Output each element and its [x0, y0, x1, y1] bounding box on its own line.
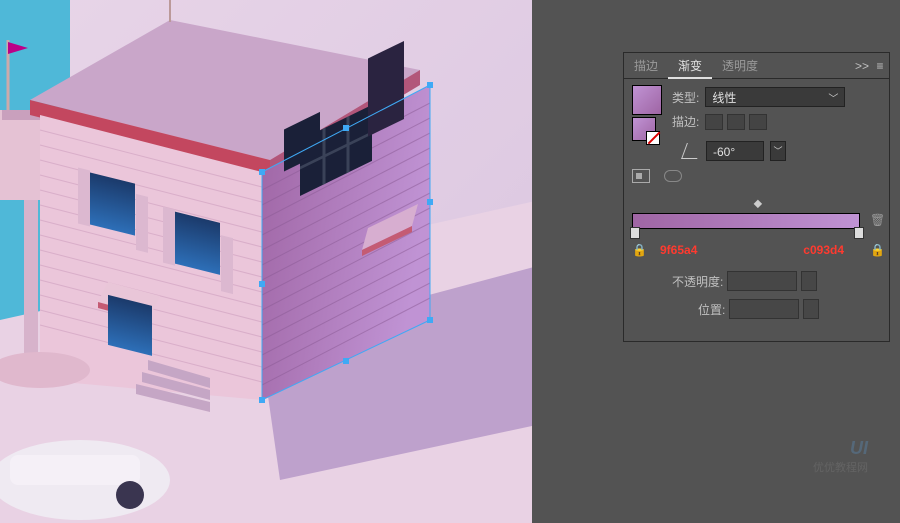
angle-dropdown-chevron[interactable]: ﹀ — [770, 141, 786, 161]
angle-input[interactable]: -60° — [706, 141, 764, 161]
gradient-ramp[interactable] — [632, 213, 860, 229]
gradient-type-value: 线性 — [712, 89, 736, 106]
lock-icon: 🔒 — [870, 243, 882, 257]
hex-right-value: c093d4 — [803, 243, 844, 257]
delete-stop-icon[interactable]: 🗑 — [870, 213, 882, 227]
house-illustration — [0, 0, 540, 523]
angle-row: -60° ﹀ — [684, 141, 786, 161]
gradient-slider[interactable]: 🗑 — [632, 203, 882, 229]
midpoint-diamond-icon[interactable] — [754, 200, 762, 208]
tab-stroke[interactable]: 描边 — [624, 53, 668, 79]
aspect-ratio-icon[interactable] — [664, 170, 682, 182]
tab-gradient[interactable]: 渐变 — [668, 53, 712, 79]
opacity-chevron[interactable] — [801, 271, 817, 291]
panel-collapse-icon[interactable]: >> — [853, 59, 871, 73]
watermark: UI 优优教程网 — [813, 438, 868, 475]
chevron-down-icon: ﹀ — [828, 90, 838, 105]
watermark-logo: UI — [813, 438, 868, 459]
panel-menu-icon[interactable]: ≡ — [871, 59, 889, 73]
hex-annotation-row: 🔒 9f65a4 c093d4 🔒 — [632, 243, 882, 257]
watermark-text: 优优教程网 — [813, 459, 868, 475]
location-label: 位置: — [698, 301, 725, 318]
hex-left-value: 9f65a4 — [660, 243, 697, 257]
gradient-preview-swatch[interactable] — [632, 85, 662, 115]
gradient-panel: 描边 渐变 透明度 >> ≡ 类型: 线性 ﹀ 描边: — [623, 52, 890, 342]
tab-transparency[interactable]: 透明度 — [712, 53, 768, 79]
location-row: 位置: — [698, 299, 819, 319]
opacity-input[interactable] — [727, 271, 797, 291]
lock-icon: 🔒 — [632, 243, 644, 257]
type-row: 类型: 线性 ﹀ — [672, 87, 845, 107]
aspect-row — [632, 169, 682, 183]
angle-icon — [681, 143, 703, 159]
opacity-label: 不透明度: — [672, 273, 723, 290]
reverse-gradient-icon[interactable] — [632, 169, 650, 183]
opacity-row: 不透明度: — [672, 271, 817, 291]
gradient-type-select[interactable]: 线性 ﹀ — [705, 87, 845, 107]
type-label: 类型: — [672, 89, 699, 106]
stroke-along-icon[interactable] — [727, 114, 745, 130]
gradient-stop-left[interactable] — [630, 227, 640, 239]
stroke-within-icon[interactable] — [705, 114, 723, 130]
stroke-label: 描边: — [672, 113, 699, 130]
stroke-none-swatch[interactable] — [646, 131, 660, 145]
location-chevron[interactable] — [803, 299, 819, 319]
stroke-across-icon[interactable] — [749, 114, 767, 130]
location-input[interactable] — [729, 299, 799, 319]
canvas-area[interactable]: 描边 渐变 透明度 >> ≡ 类型: 线性 ﹀ 描边: — [0, 0, 900, 523]
fill-stroke-swatches[interactable] — [632, 117, 656, 141]
panel-tabs: 描边 渐变 透明度 >> ≡ — [624, 53, 889, 79]
gradient-stop-right[interactable] — [854, 227, 864, 239]
stroke-row: 描边: — [672, 113, 767, 130]
artwork-illustration — [0, 0, 540, 523]
